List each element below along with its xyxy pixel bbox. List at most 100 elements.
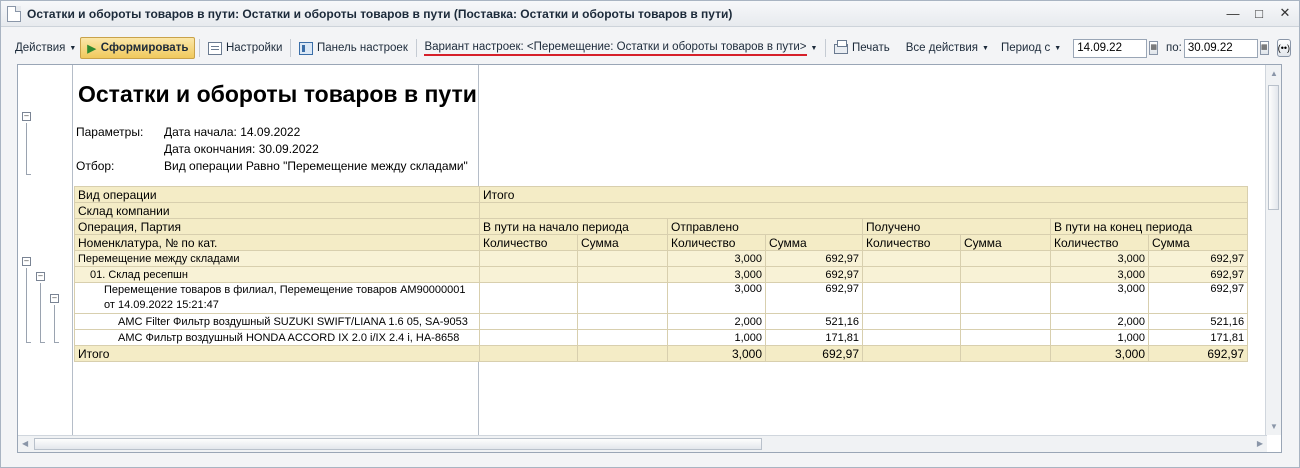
calendar-icon[interactable]: ▦	[1149, 41, 1159, 55]
period-menu[interactable]: Период с ▼	[997, 37, 1065, 59]
scroll-right-icon[interactable]: ▶	[1257, 439, 1263, 448]
date-from-input[interactable]	[1073, 38, 1148, 58]
collapse-operation-icon[interactable]: –	[50, 294, 59, 303]
generate-label: Сформировать	[100, 42, 189, 54]
row-label: Перемещение между складами	[74, 250, 480, 267]
cell-sent-sum: 692,97	[765, 266, 863, 283]
tree-line	[26, 342, 31, 343]
header-sum: Сумма	[577, 234, 668, 251]
period-select-button[interactable]: (••)	[1276, 39, 1292, 57]
start-date-param: Дата начала: 14.09.2022	[164, 125, 301, 139]
header-row: Операция, Партия В пути на начало период…	[74, 218, 1249, 235]
header-sent: Отправлено	[667, 218, 863, 235]
cell-sent-qty: 1,000	[667, 329, 766, 346]
scroll-down-icon[interactable]: ▼	[1270, 422, 1278, 431]
to-label: по:	[1166, 42, 1182, 54]
close-button[interactable]: ✕	[1277, 5, 1293, 21]
actions-menu[interactable]: Действия ▼	[11, 37, 80, 59]
cell-empty	[862, 313, 961, 330]
maximize-button[interactable]: □	[1251, 5, 1267, 21]
cell-empty	[862, 250, 961, 267]
header-total: Итого	[478, 186, 1249, 203]
settings-button[interactable]: Настройки	[204, 37, 286, 59]
all-actions-menu[interactable]: Все действия ▼	[902, 37, 993, 59]
settings-label: Настройки	[225, 42, 283, 54]
header-row: Номенклатура, № по кат. Количество Сумма…	[74, 234, 1249, 251]
header-qty: Количество	[862, 234, 961, 251]
print-button[interactable]: Печать	[830, 37, 894, 59]
header-sum: Сумма	[960, 234, 1051, 251]
scroll-left-icon[interactable]: ◀	[22, 439, 28, 448]
printer-icon	[834, 40, 849, 54]
date-to-input[interactable]	[1183, 38, 1258, 58]
cell-empty	[479, 266, 578, 283]
collapse-group-icon[interactable]: –	[22, 257, 31, 266]
cell-sent-qty: 3,000	[667, 250, 766, 267]
settings-variant-menu[interactable]: Вариант настроек: <Перемещение: Остатки …	[420, 37, 821, 59]
calendar-icon[interactable]: ▦	[1259, 41, 1269, 55]
caret-down-icon: ▼	[982, 44, 989, 52]
vertical-scroll-thumb[interactable]	[1268, 85, 1279, 210]
collapse-warehouse-icon[interactable]: –	[36, 272, 45, 281]
cell-empty	[577, 313, 668, 330]
vertical-scrollbar[interactable]: ▲ ▼	[1265, 65, 1281, 435]
end-date-param: Дата окончания: 30.09.2022	[164, 142, 319, 156]
row-label: 01. Склад ресепшн	[74, 266, 480, 283]
cell-empty	[960, 329, 1051, 346]
header-qty: Количество	[1050, 234, 1149, 251]
cell-empty	[479, 329, 578, 346]
tree-line	[40, 342, 45, 343]
cell-empty	[479, 345, 578, 362]
toolbar-separator	[825, 39, 827, 57]
minimize-button[interactable]: —	[1225, 5, 1241, 21]
toolbar: Действия ▼ ▶ Сформировать Настройки Панель…	[11, 35, 1292, 61]
header-received: Получено	[862, 218, 1051, 235]
caret-down-icon: ▼	[1054, 44, 1062, 52]
table-row[interactable]: Перемещение между складами 3,000 692,97 …	[74, 250, 1249, 267]
params-label: Параметры:	[76, 125, 144, 139]
cell-empty	[577, 345, 668, 362]
header-operation: Операция, Партия	[74, 218, 480, 235]
header-blank	[478, 202, 1249, 219]
print-label: Печать	[852, 42, 890, 54]
cell-empty	[862, 345, 961, 362]
header-op-type: Вид операции	[74, 186, 480, 203]
header-qty: Количество	[479, 234, 578, 251]
table-row[interactable]: 01. Склад ресепшн 3,000 692,97 3,000 692…	[74, 266, 1249, 283]
tree-line	[40, 283, 41, 342]
cell-end-qty: 1,000	[1050, 329, 1149, 346]
header-sum: Сумма	[1147, 234, 1249, 251]
cell-empty	[960, 266, 1051, 283]
header-sum: Сумма	[765, 234, 863, 251]
cell-end-sum: 692,97	[1147, 282, 1249, 314]
cell-sent-sum: 171,81	[765, 329, 863, 346]
header-nomenclature: Номенклатура, № по кат.	[74, 234, 480, 251]
cell-sent-qty: 3,000	[667, 266, 766, 283]
row-label: AMC Фильтр воздушный HONDA ACCORD IX 2.0…	[74, 329, 480, 346]
total-end-qty: 3,000	[1050, 345, 1149, 362]
document-icon	[7, 5, 21, 22]
cell-end-qty: 3,000	[1050, 266, 1149, 283]
header-begin: В пути на начало периода	[479, 218, 668, 235]
horizontal-scroll-thumb[interactable]	[34, 438, 762, 450]
tree-line	[26, 268, 27, 342]
horizontal-scrollbar[interactable]: ◀ ▶	[18, 435, 1267, 452]
report-title: Остатки и обороты товаров в пути	[78, 81, 477, 107]
scroll-up-icon[interactable]: ▲	[1270, 69, 1278, 78]
caret-down-icon: ▼	[810, 44, 818, 52]
table-row[interactable]: Перемещение товаров в филиал, Перемещени…	[74, 282, 1249, 314]
tree-line	[26, 174, 31, 175]
settings-panel-button[interactable]: Панель настроек	[295, 37, 412, 59]
total-row[interactable]: Итого 3,000 692,97 3,000 692,97	[74, 345, 1249, 362]
title-bar: Остатки и обороты товаров в пути: Остатк…	[1, 1, 1299, 27]
cell-end-qty: 3,000	[1050, 250, 1149, 267]
generate-button[interactable]: ▶ Сформировать	[80, 37, 196, 59]
header-warehouse: Склад компании	[74, 202, 480, 219]
collapse-header-icon[interactable]: –	[22, 112, 31, 121]
cell-empty	[862, 329, 961, 346]
actions-label: Действия	[15, 42, 66, 54]
report-table: Вид операции Итого Склад компании Операц…	[74, 186, 1249, 362]
row-label: AMC Filter Фильтр воздушный SUZUKI SWIFT…	[74, 313, 480, 330]
table-row[interactable]: AMC Фильтр воздушный HONDA ACCORD IX 2.0…	[74, 329, 1249, 346]
table-row[interactable]: AMC Filter Фильтр воздушный SUZUKI SWIFT…	[74, 313, 1249, 330]
